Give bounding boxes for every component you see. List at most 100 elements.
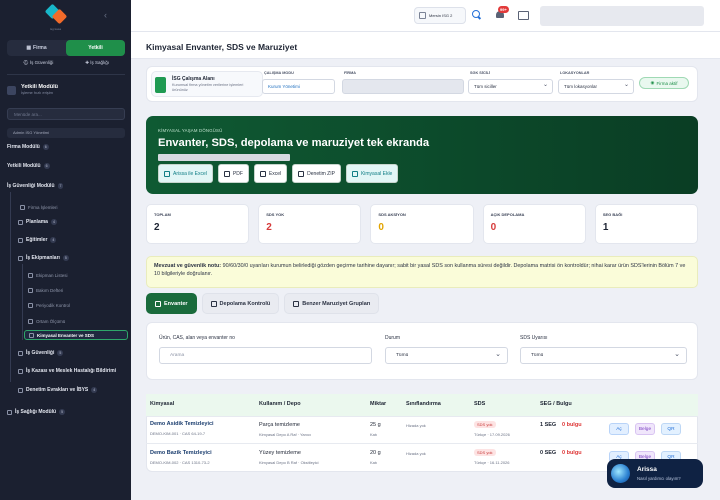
menu-search-input[interactable]: Menüde ara...: [7, 108, 125, 120]
flask-icon: [29, 332, 34, 338]
row-divider: [146, 443, 698, 444]
logo-text: isg kasa: [50, 27, 62, 31]
hero-banner: KİMYASAL YAŞAM DÖNGÜSÜ Envanter, SDS, de…: [146, 116, 698, 194]
sidebar-item-yetkili[interactable]: Yetkili Modülü 6: [0, 163, 131, 169]
chemical-name[interactable]: Demo Asidik Temizleyici: [150, 421, 214, 427]
sidebar-item-ekipman-listesi[interactable]: Ekipman Listesi: [0, 273, 131, 278]
use-text: Parça temizleme: [259, 422, 300, 428]
sidebar-item-is-sagligi[interactable]: İş Sağlığı Modülü 5: [0, 409, 131, 415]
bulgu-count: 0 bulgu: [562, 450, 582, 456]
assistant-chat-widget[interactable]: Arissa Nasıl yardımcı olayım?: [607, 459, 703, 488]
col-kimyasal[interactable]: Kimyasal: [150, 401, 174, 407]
pdf-button[interactable]: PDF: [217, 164, 249, 183]
sidebar-item-denetim-evraklari[interactable]: Denetim Evrakları ve İBYS 4: [0, 387, 131, 393]
col-sds[interactable]: SDS: [474, 401, 485, 407]
user-chip[interactable]: Mersin ISG 2: [414, 7, 466, 24]
lokasyon-select[interactable]: Tüm lokasyonlar: [558, 79, 634, 94]
building-icon: [155, 77, 166, 93]
stat-card: TOPLAM 2: [146, 204, 250, 244]
check-circle-icon: ◉: [650, 80, 655, 85]
gauge-icon: [28, 319, 33, 324]
mode-select[interactable]: Kurum Yönetimi: [262, 79, 335, 94]
tab-firma[interactable]: ▦ Firma: [7, 40, 66, 56]
chemical-name[interactable]: Demo Bazik Temizleyici: [150, 450, 212, 456]
building-icon: ▦: [26, 45, 32, 51]
col-seg[interactable]: SEG / Bulgu: [540, 401, 572, 407]
tab-benzer-maruziyet[interactable]: Benzer Maruziyet Grupları: [284, 293, 380, 314]
subtab-is-sagligi[interactable]: ✚ İş Sağlığı: [85, 60, 109, 66]
admin-row[interactable]: Admin İSG Yönetimi: [7, 128, 125, 138]
sidebar-item-bakim-defteri[interactable]: Bakım Defteri: [0, 288, 131, 293]
sds-date: Türkçe · 17.09.2026: [474, 432, 510, 437]
current-module: Yetkili Modülü İşleme hızlı erişim: [7, 84, 58, 96]
top-bar: Mersin ISG 2 99+: [131, 0, 720, 32]
depo-text: Kimyasal Depo B Raf · Oksitleyici: [259, 460, 319, 465]
app-logo[interactable]: [44, 3, 68, 26]
open-button[interactable]: Aç: [609, 423, 629, 435]
sparkle-icon: [164, 170, 170, 177]
check-icon: [28, 303, 33, 308]
firma-status-badge[interactable]: ◉ Firma aktif: [639, 77, 689, 89]
hero-actions: Arissa ile Excel PDF Excel Denetim ZIP K…: [158, 164, 399, 183]
file-icon: [223, 170, 230, 177]
depo-text: Kimyasal Depo A Raf · Yanıcı: [259, 432, 312, 437]
sidebar-item-firma[interactable]: Firma Modülü 6: [0, 144, 131, 150]
qr-button[interactable]: QR: [661, 423, 681, 435]
search-icon[interactable]: [471, 10, 481, 20]
hero-redacted-line: [158, 154, 290, 161]
sidebar: isg kasa ‹ ▦ Firma Yetkili ⛑ İş Güvenliği…: [0, 0, 131, 500]
module-subtabs: ⛑ İş Güvenliği ✚ İş Sağlığı: [7, 60, 125, 66]
sgk-label: SGK SİCİLİ: [470, 71, 491, 75]
list-icon: [155, 300, 161, 307]
row-divider: [146, 416, 698, 417]
arissa-excel-button[interactable]: Arissa ile Excel: [158, 164, 213, 183]
tab-envanter[interactable]: Envanter: [146, 293, 197, 314]
list-icon: [28, 273, 33, 278]
sds-select[interactable]: Tümü: [520, 347, 687, 364]
sidebar-item-firma-islemleri[interactable]: Firma İşlemleri: [0, 205, 131, 210]
tab-yetkili[interactable]: Yetkili: [66, 40, 125, 56]
subtab-is-guvenligi[interactable]: ⛑ İş Güvenliği: [23, 60, 53, 66]
document-button[interactable]: Belge: [635, 423, 655, 435]
sidebar-item-ortam-olcumu[interactable]: Ortam Ölçümü: [0, 319, 131, 324]
col-miktar[interactable]: Miktar: [370, 401, 386, 407]
hero-title: Envanter, SDS, depolama ve maruziyet tek…: [158, 137, 430, 149]
sidebar-item-is-guvenligi[interactable]: İş Güvenliği Modülü 7: [0, 183, 131, 189]
sidebar-item-is-ekipmanlari[interactable]: İş Ekipmanları 5: [0, 255, 131, 261]
col-kullanim[interactable]: Kullanım / Depo: [259, 401, 301, 407]
sds-date: Türkçe · 16.11.2026: [474, 460, 510, 465]
sidebar-item-egitimler[interactable]: Eğitimler 4: [0, 237, 131, 243]
add-chemical-button[interactable]: Kimyasal Ekle: [345, 164, 399, 183]
warning-icon: [210, 300, 217, 307]
bulgu-count: 0 bulgu: [562, 422, 582, 428]
sidebar-item-is-guvenligi-sub[interactable]: İş Güvenliği 5: [0, 350, 131, 356]
col-siniflandirma[interactable]: Sınıflandırma: [406, 401, 441, 407]
sidebar-item-kimyasal-envanter[interactable]: Kimyasal Envanter ve SDS: [24, 330, 128, 340]
sidebar-item-is-kazasi[interactable]: İş Kazası ve Meslek Hastalığı Bildirimi: [0, 368, 131, 374]
search-input[interactable]: Arama: [159, 347, 372, 364]
folder-icon: [18, 387, 23, 393]
stat-card: SDS AKSİYON 0: [370, 204, 474, 244]
seg-count: 0 SEG: [540, 450, 557, 456]
chemical-code: DEMO-KIM-002 · CAS 1310-73-2: [150, 460, 210, 465]
tab-depolama-kontrolu[interactable]: Depolama Kontrolü: [201, 293, 280, 314]
status-select[interactable]: Tümü: [385, 347, 508, 364]
firma-select[interactable]: [342, 79, 464, 94]
class-text: Hizada yok: [406, 451, 426, 456]
sds-label: SDS Uyarısı: [520, 335, 548, 341]
firma-label: FİRMA: [344, 71, 357, 75]
role-tabs: ▦ Firma Yetkili: [7, 40, 125, 56]
sidebar-item-planlama[interactable]: Planlama 4: [0, 219, 131, 225]
tool-icon: [18, 255, 23, 261]
amount-text: 20 g: [370, 450, 381, 456]
excel-button[interactable]: Excel: [253, 164, 288, 183]
hero-kicker: KİMYASAL YAŞAM DÖNGÜSÜ: [158, 128, 223, 133]
isg-work-area: İSG Çalışma Alanı Kurumsal firma yönetim…: [151, 71, 263, 97]
wrench-icon: [28, 288, 33, 293]
shield-icon: [18, 350, 23, 356]
denetim-zip-button[interactable]: Denetim ZIP: [292, 164, 341, 183]
sidebar-item-periyodik-kontrol[interactable]: Periyodik Kontrol: [0, 303, 131, 308]
inbox-icon[interactable]: [518, 10, 529, 20]
sgk-select[interactable]: Tüm siciller: [468, 79, 553, 94]
collapse-icon[interactable]: ‹: [104, 10, 107, 20]
